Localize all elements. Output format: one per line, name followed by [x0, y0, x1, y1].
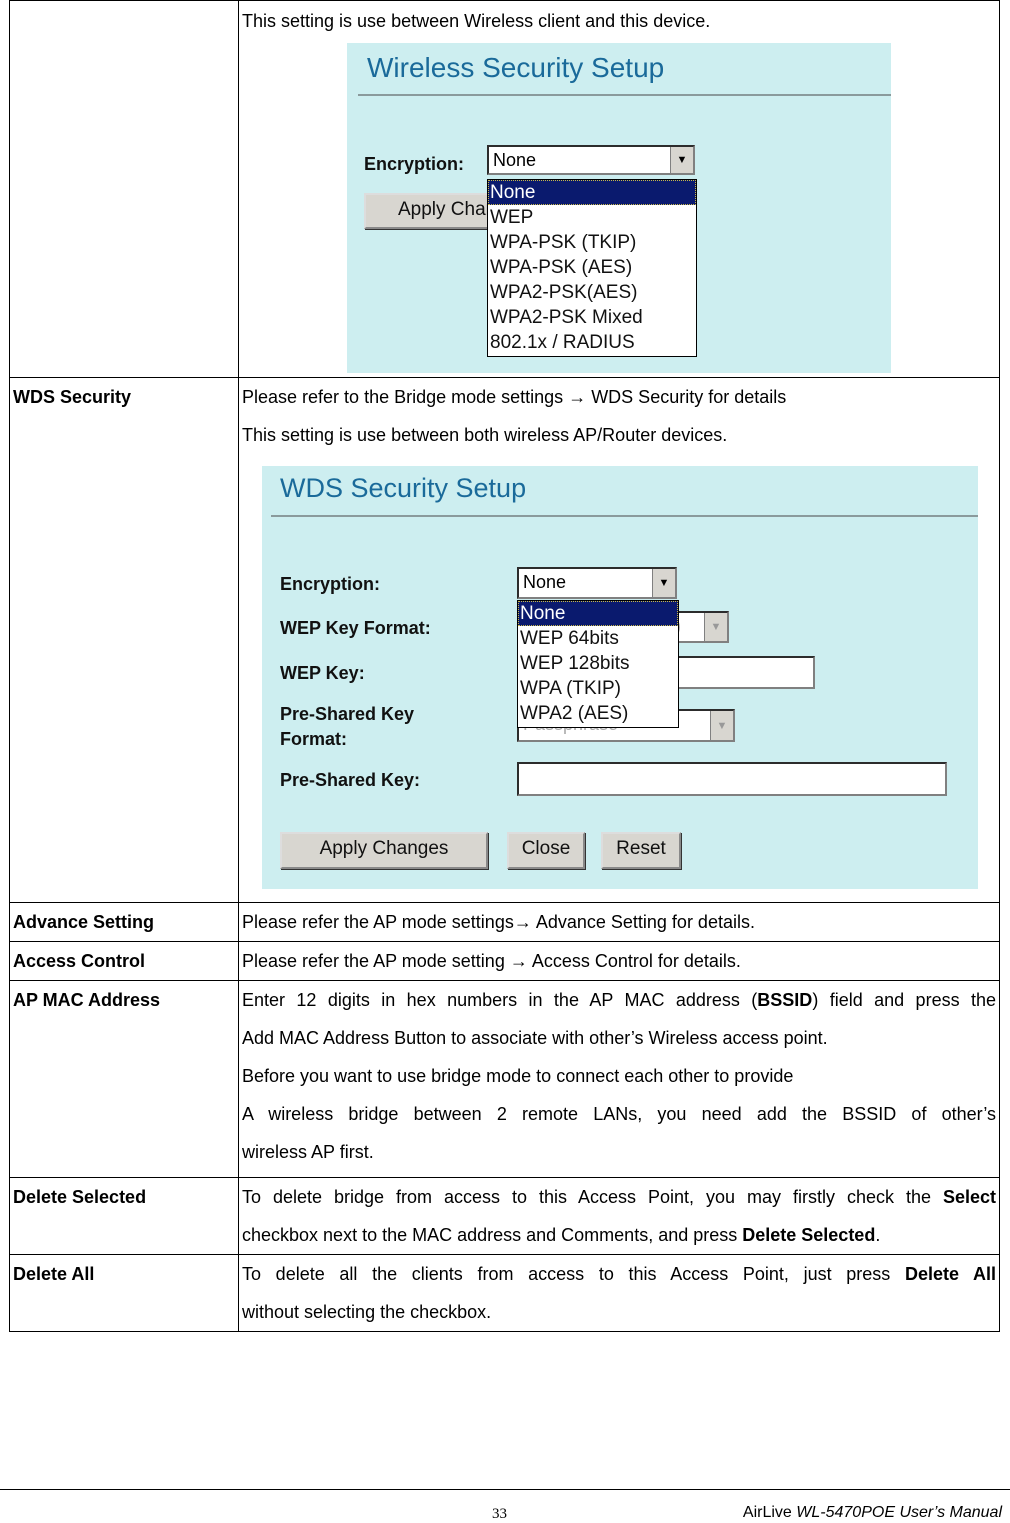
dropdown-option[interactable]: WPA (TKIP) [518, 676, 678, 701]
dropdown-option[interactable]: WPA2-PSK Mixed [488, 305, 696, 330]
description-line: Enter 12 digits in hex numbers in the AP… [242, 990, 996, 1010]
page-number: 33 [492, 1506, 507, 1522]
dropdown-option[interactable]: None [488, 180, 696, 205]
description-line: To delete all the clients from access to… [242, 1264, 996, 1284]
table-row: Advance Setting Please refer the AP mode… [9, 902, 1000, 942]
row-description: This setting is use between Wireless cli… [238, 0, 1000, 378]
apply-changes-button[interactable]: Apply Changes [280, 832, 488, 869]
wep-key-label: WEP Key: [280, 663, 365, 683]
description-line: Before you want to use bridge mode to co… [242, 1066, 794, 1086]
dropdown-option[interactable]: WPA-PSK (AES) [488, 255, 696, 280]
psk-label: Pre-Shared Key: [280, 770, 421, 790]
row-description: To delete all the clients from access to… [238, 1254, 1000, 1332]
description-line: without selecting the checkbox. [242, 1302, 492, 1322]
chevron-down-icon[interactable]: ▼ [670, 147, 693, 173]
dropdown-option[interactable]: None [518, 601, 678, 626]
dropdown-option[interactable]: WPA2-PSK(AES) [488, 280, 696, 305]
table-row: Delete All To delete all the clients fro… [9, 1254, 1000, 1332]
description-line: Please refer to the Bridge mode settings… [242, 387, 787, 407]
dropdown-option[interactable]: WEP [488, 205, 696, 230]
arrow-right-icon: → [509, 951, 528, 971]
row-label: WDS Security [9, 377, 239, 903]
dropdown-option[interactable]: WPA-PSK (TKIP) [488, 230, 696, 255]
description-line: To delete bridge from access to this Acc… [242, 1187, 996, 1207]
table-row: AP MAC Address Enter 12 digits in hex nu… [9, 980, 1000, 1178]
table-row: Access Control Please refer the AP mode … [9, 941, 1000, 981]
wireless-security-screenshot: Wireless Security Setup Encryption: None… [347, 43, 891, 373]
footer-divider [0, 1489, 1010, 1490]
row-description: To delete bridge from access to this Acc… [238, 1177, 1000, 1255]
encryption-select[interactable]: None ▼ [487, 145, 695, 175]
description-line: This setting is use between Wireless cli… [242, 11, 711, 31]
description-line: checkbox next to the MAC address and Com… [242, 1225, 881, 1245]
table-row: Delete Selected To delete bridge from ac… [9, 1177, 1000, 1255]
row-label-empty [9, 0, 239, 378]
row-description: Enter 12 digits in hex numbers in the AP… [238, 980, 1000, 1178]
description-line: Add MAC Address Button to associate with… [242, 1028, 828, 1048]
dropdown-option[interactable]: WEP 128bits [518, 651, 678, 676]
panel-title: WDS Security Setup [280, 473, 527, 503]
arrow-right-icon: → [568, 387, 587, 407]
row-description: Please refer the AP mode setting → Acces… [238, 941, 1000, 981]
chevron-down-icon[interactable]: ▼ [710, 711, 733, 740]
psk-input[interactable] [517, 762, 947, 796]
panel-title: Wireless Security Setup [367, 52, 665, 83]
settings-table: This setting is use between Wireless cli… [9, 0, 1000, 1332]
wep-key-format-label: WEP Key Format: [280, 618, 431, 638]
divider [358, 94, 891, 96]
dropdown-option[interactable]: WPA2 (AES) [518, 701, 678, 726]
reset-button[interactable]: Reset [601, 832, 681, 869]
row-label: Advance Setting [9, 902, 239, 942]
row-label: Access Control [9, 941, 239, 981]
row-label: Delete All [9, 1254, 239, 1332]
chevron-down-icon[interactable]: ▼ [704, 613, 727, 641]
encryption-label: Encryption: [364, 154, 465, 174]
manual-title: AirLive WL-5470POE User’s Manual [742, 1504, 1002, 1521]
table-row: WDS Security Please refer to the Bridge … [9, 377, 1000, 903]
close-button[interactable]: Close [507, 832, 585, 869]
table-row: This setting is use between Wireless cli… [9, 0, 1000, 378]
encryption-dropdown-list[interactable]: None WEP 64bits WEP 128bits WPA (TKIP) WPA2 … [517, 600, 679, 728]
row-label: Delete Selected [9, 1177, 239, 1255]
dropdown-option[interactable]: 802.1x / RADIUS [488, 330, 696, 355]
description-line: This setting is use between both wireles… [242, 425, 728, 445]
arrow-right-icon: → [513, 912, 532, 932]
row-description: Please refer the AP mode settings→ Advan… [238, 902, 1000, 942]
description-line: wireless AP first. [242, 1142, 374, 1162]
psk-format-label: Pre-Shared Key Format: [280, 704, 415, 749]
description-line: A wireless bridge between 2 remote LANs,… [242, 1104, 996, 1124]
divider [271, 515, 978, 517]
row-description: Please refer to the Bridge mode settings… [238, 377, 1000, 903]
row-label: AP MAC Address [9, 980, 239, 1178]
encryption-dropdown-list[interactable]: None WEP WPA-PSK (TKIP) WPA-PSK (AES) WPA2-P… [487, 179, 697, 357]
wds-security-screenshot: WDS Security Setup Encryption: None ▼ WE… [262, 466, 978, 889]
encryption-select[interactable]: None ▼ [517, 567, 677, 599]
encryption-label: Encryption: [280, 574, 381, 594]
dropdown-option[interactable]: WEP 64bits [518, 626, 678, 651]
chevron-down-icon[interactable]: ▼ [652, 569, 675, 597]
